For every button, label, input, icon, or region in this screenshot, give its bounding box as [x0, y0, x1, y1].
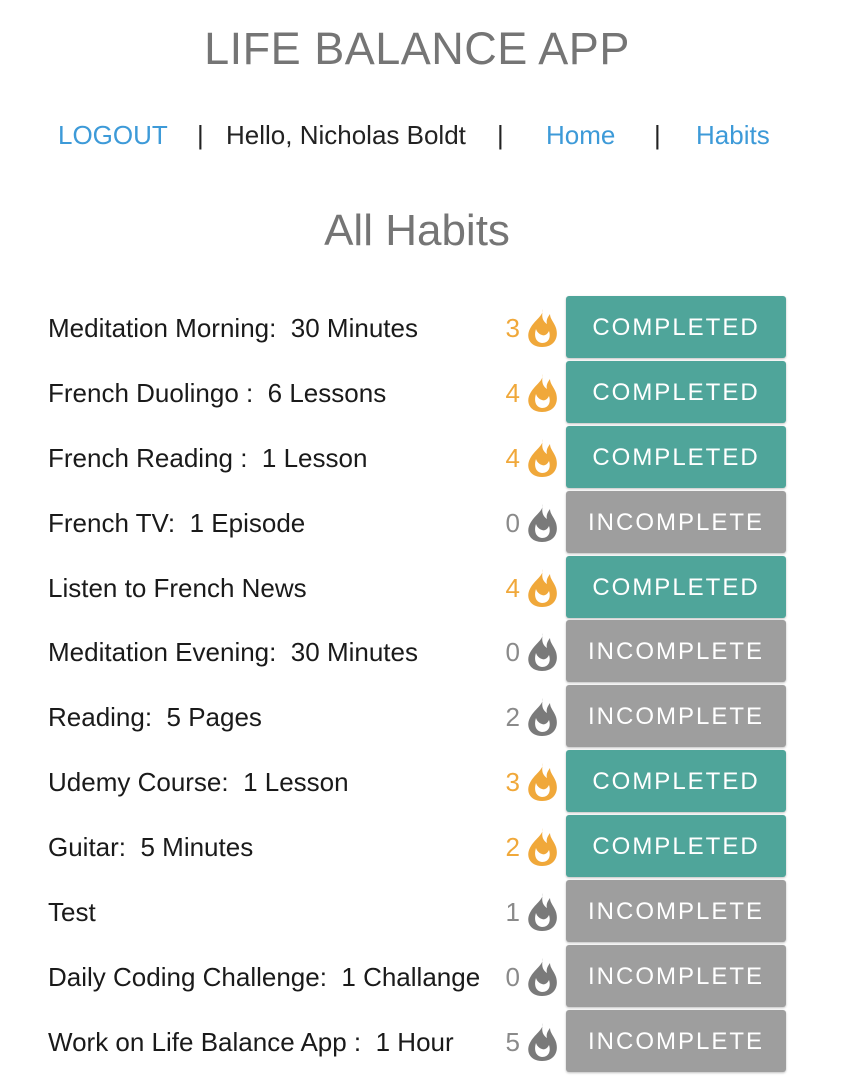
nav-separator: | [497, 120, 504, 150]
streak-count: 3 [505, 313, 520, 343]
habit-name: Work on Life Balance App : 1 Hour [48, 1026, 454, 1057]
flame-icon [528, 309, 557, 347]
incomplete-button[interactable]: INCOMPLETE [566, 620, 786, 683]
streak-count: 3 [505, 767, 520, 798]
flame-icon [528, 828, 557, 867]
habit-name: Guitar: 5 Minutes [48, 832, 254, 863]
flame-icon [528, 568, 557, 607]
flame-icon [528, 373, 557, 412]
completed-button[interactable]: COMPLETED [566, 360, 786, 423]
habit-name: Udemy Course: 1 Lesson [48, 767, 349, 798]
completed-button[interactable]: COMPLETED [566, 815, 786, 878]
habit-name: French TV: 1 Episode [48, 507, 306, 538]
streak-count: 2 [505, 832, 520, 863]
habit-name: Reading: 5 Pages [48, 702, 262, 733]
page-heading: All Habits [324, 206, 510, 255]
nav-bar: LOGOUT | Hello, Nicholas Boldt | Home | … [0, 116, 848, 154]
habit-row: Daily Coding Challenge: 1 Challange 0 INCO… [0, 944, 848, 1010]
habit-name: Daily Coding Challenge: 1 Challange [48, 961, 481, 992]
flame-icon [528, 893, 557, 932]
streak-count: 4 [505, 377, 520, 408]
streak-count: 5 [505, 1026, 520, 1057]
flame-icon [528, 438, 557, 477]
incomplete-button[interactable]: INCOMPLETE [566, 1009, 786, 1072]
completed-button[interactable]: COMPLETED [566, 750, 786, 813]
habit-row: French TV: 1 Episode 0 INCOMPLETE [0, 490, 848, 556]
home-link[interactable]: Home [546, 116, 615, 154]
nav-separator: | [654, 120, 661, 150]
completed-button[interactable]: COMPLETED [566, 296, 786, 358]
incomplete-button[interactable]: INCOMPLETE [566, 880, 786, 943]
logout-link[interactable]: LOGOUT [58, 116, 168, 154]
nav-separator: | [197, 120, 204, 150]
habit-row: Meditation Morning: 30 Minutes 3 COMPLETED [0, 296, 848, 361]
habit-name: Meditation Evening: 30 Minutes [48, 637, 418, 668]
habit-row: Reading: 5 Pages 2 INCOMPLETE [0, 685, 848, 750]
habit-name: French Duolingo : 6 Lessons [48, 377, 387, 408]
incomplete-button[interactable]: INCOMPLETE [566, 944, 786, 1007]
habit-row: French Reading : 1 Lesson 4 COMPLETED [0, 425, 848, 491]
incomplete-button[interactable]: INCOMPLETE [566, 490, 786, 553]
completed-button[interactable]: COMPLETED [566, 555, 786, 618]
streak-count: 1 [505, 897, 520, 928]
habit-row: Udemy Course: 1 Lesson 3 COMPLETED [0, 750, 848, 815]
flame-icon [528, 633, 557, 672]
incomplete-button[interactable]: INCOMPLETE [566, 685, 786, 748]
habit-row: Guitar: 5 Minutes 2 COMPLETED [0, 815, 848, 880]
streak-count: 0 [505, 507, 520, 538]
user-greeting: Hello, Nicholas Boldt [226, 120, 466, 150]
streak-count: 0 [505, 637, 520, 668]
habit-row: Meditation Evening: 30 Minutes 0 INCOMPLET… [0, 620, 848, 685]
habit-row: Listen to French News 4 COMPLETED [0, 555, 848, 621]
app-title: LIFE BALANCE APP [204, 23, 630, 74]
habit-name: Test [48, 897, 96, 928]
habit-name: Meditation Morning: 30 Minutes [48, 313, 418, 343]
streak-count: 4 [505, 572, 520, 603]
flame-icon [528, 698, 557, 737]
habits-link[interactable]: Habits [696, 116, 770, 154]
habit-row: Work on Life Balance App : 1 Hour 5 INCOMP… [0, 1009, 848, 1075]
flame-icon [528, 763, 557, 802]
streak-count: 4 [505, 442, 520, 473]
habit-name: Listen to French News [48, 572, 307, 603]
completed-button[interactable]: COMPLETED [566, 425, 786, 488]
habit-name: French Reading : 1 Lesson [48, 442, 368, 473]
habit-list: Meditation Morning: 30 Minutes 3 COMPLETED… [0, 296, 848, 1075]
habit-row: French Duolingo : 6 Lessons 4 COMPLETED [0, 360, 848, 426]
flame-icon [528, 503, 557, 542]
streak-count: 2 [505, 702, 520, 733]
habit-row: Test 1 INCOMPLETE [0, 880, 848, 945]
flame-icon [528, 957, 557, 996]
flame-icon [528, 1022, 557, 1061]
streak-count: 0 [505, 961, 520, 992]
